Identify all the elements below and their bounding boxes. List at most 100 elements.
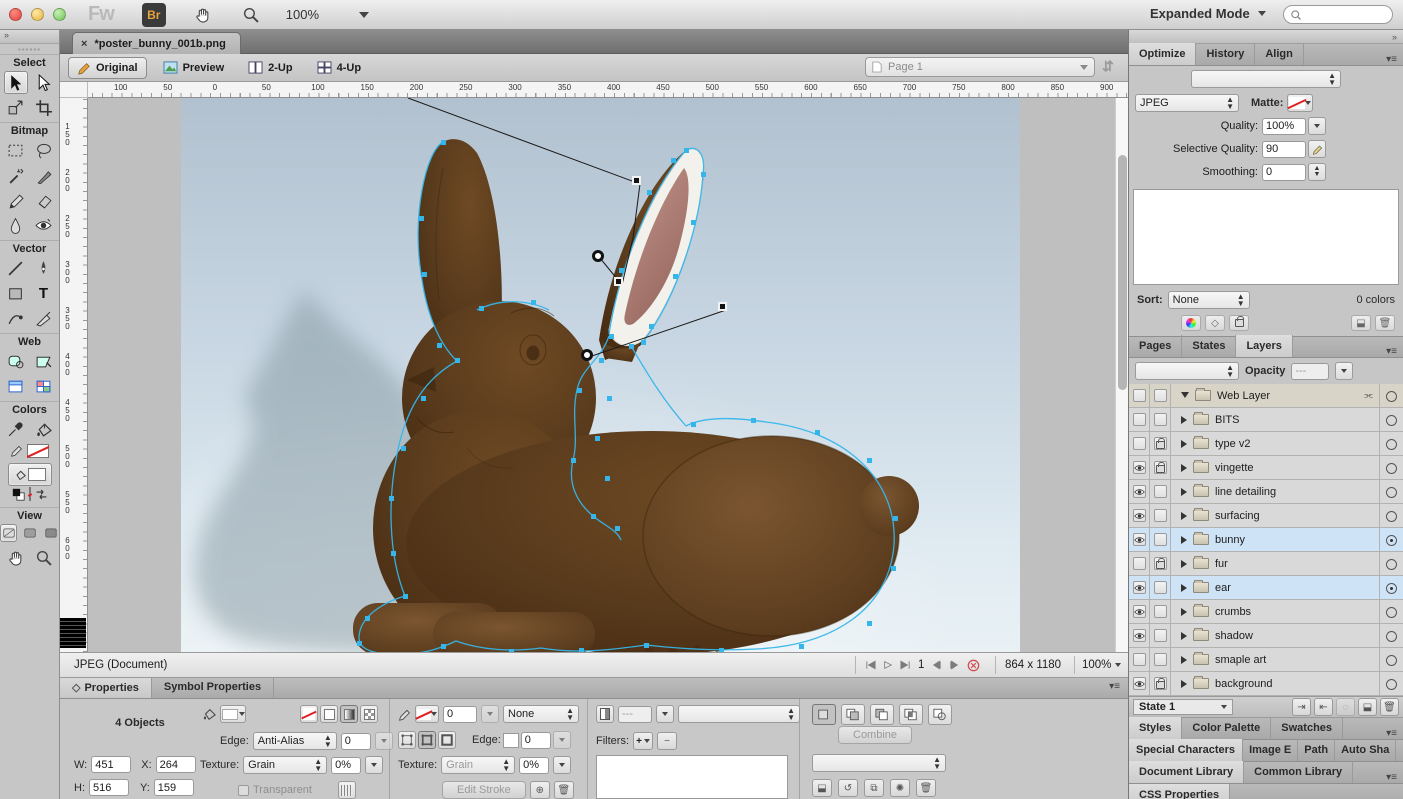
layer-name[interactable]: bunny xyxy=(1215,534,1245,546)
previous-state-button[interactable] xyxy=(931,660,942,670)
freeform-tool[interactable] xyxy=(4,307,28,330)
state-circle[interactable] xyxy=(1379,408,1403,432)
delete-color-icon[interactable]: 🗑 xyxy=(1375,315,1395,331)
tab-color-palette[interactable]: Color Palette xyxy=(1182,717,1271,739)
tab-optimize[interactable]: Optimize xyxy=(1129,43,1196,65)
brush-tool[interactable] xyxy=(32,164,56,187)
layer-opacity-field[interactable] xyxy=(1291,363,1329,380)
tab-states[interactable]: States xyxy=(1182,335,1236,357)
zoom-window-button[interactable] xyxy=(53,8,66,21)
tab-align[interactable]: Align xyxy=(1255,43,1304,65)
control-handle-square[interactable] xyxy=(718,302,727,311)
stroke-type-dropdown[interactable]: None▲▼ xyxy=(503,705,579,723)
y-field[interactable] xyxy=(154,779,194,796)
anchor-point[interactable] xyxy=(893,516,898,521)
anchor-point[interactable] xyxy=(751,418,756,423)
filters-list[interactable] xyxy=(596,755,788,799)
visibility-toggle[interactable] xyxy=(1129,528,1150,552)
stroke-edge-swatch[interactable] xyxy=(503,733,519,748)
anchor-point[interactable] xyxy=(479,306,484,311)
lock-toggle[interactable] xyxy=(1150,384,1171,408)
transparent-checkbox[interactable] xyxy=(238,785,249,796)
control-handle-circle[interactable] xyxy=(592,250,604,262)
panel-menu-icon[interactable]: ▾≡ xyxy=(1380,772,1403,783)
fill-none-button[interactable] xyxy=(300,705,318,723)
expand-arrow-icon[interactable] xyxy=(1181,464,1187,472)
smoothing-stepper[interactable]: ▲▼ xyxy=(1308,163,1326,181)
tab-swatches[interactable]: Swatches xyxy=(1271,717,1343,739)
state-circle[interactable] xyxy=(1379,384,1403,408)
stroke-color-well[interactable] xyxy=(27,444,49,458)
anchor-point[interactable] xyxy=(577,388,582,393)
document-canvas[interactable] xyxy=(181,98,1020,652)
anchor-point[interactable] xyxy=(591,514,596,519)
width-field[interactable] xyxy=(91,756,131,773)
lock-toggle[interactable] xyxy=(1150,528,1171,552)
anchor-point[interactable] xyxy=(867,621,872,626)
visibility-toggle[interactable] xyxy=(1129,672,1150,696)
minimize-window-button[interactable] xyxy=(31,8,44,21)
text-tool[interactable]: T xyxy=(32,282,56,305)
layer-name[interactable]: crumbs xyxy=(1215,606,1251,618)
stroke-color-well[interactable] xyxy=(415,705,439,723)
tab-auto-shapes[interactable]: Auto Sha xyxy=(1335,739,1396,761)
state-circle[interactable] xyxy=(1379,432,1403,456)
layer-name[interactable]: line detailing xyxy=(1215,486,1276,498)
first-state-button[interactable] xyxy=(865,660,876,670)
anchor-point[interactable] xyxy=(531,300,536,305)
blend-mode-dropdown[interactable]: ▲▼ xyxy=(678,705,800,723)
lock-toggle[interactable] xyxy=(1150,576,1171,600)
expand-arrow-icon[interactable] xyxy=(1181,560,1187,568)
stroke-texture-amount[interactable] xyxy=(519,757,549,774)
blend-mode-dropdown[interactable]: ▲▼ xyxy=(1135,362,1239,380)
lock-toggle[interactable] xyxy=(1150,504,1171,528)
blur-tool[interactable] xyxy=(4,214,28,237)
saved-settings-dropdown[interactable]: ▲▼ xyxy=(1191,70,1341,88)
lock-color-icon[interactable] xyxy=(1229,315,1249,331)
layer-row-vingette[interactable]: vingette xyxy=(1129,456,1403,480)
anchor-point[interactable] xyxy=(441,644,446,649)
panel-menu-icon[interactable]: ▾≡ xyxy=(1380,346,1403,357)
fill-texture-dropdown[interactable]: Grain▲▼ xyxy=(243,756,327,774)
expand-arrow-icon[interactable] xyxy=(1181,536,1187,544)
lock-toggle[interactable] xyxy=(1150,552,1171,576)
knife-tool[interactable] xyxy=(32,307,56,330)
visibility-toggle[interactable] xyxy=(1129,576,1150,600)
height-field[interactable] xyxy=(89,779,129,796)
layer-row-type-v2[interactable]: type v2 xyxy=(1129,432,1403,456)
rebuild-palette-icon[interactable] xyxy=(1181,315,1201,331)
combine-button[interactable]: Combine xyxy=(838,726,912,744)
expand-arrow-icon[interactable] xyxy=(1181,392,1189,402)
add-color-icon[interactable]: ⬓ xyxy=(1351,315,1371,331)
panel-menu-icon[interactable]: ▾≡ xyxy=(1380,728,1403,739)
full-screen-menu-mode-button[interactable] xyxy=(21,524,38,542)
visibility-toggle[interactable] xyxy=(1129,432,1150,456)
arrange-dropdown[interactable]: ▲▼ xyxy=(812,754,946,772)
lock-toggle[interactable] xyxy=(1150,672,1171,696)
anchor-point[interactable] xyxy=(673,274,678,279)
lock-toggle[interactable] xyxy=(1150,432,1171,456)
visibility-toggle[interactable] xyxy=(1129,384,1150,408)
original-view-button[interactable]: Original xyxy=(68,57,147,79)
tab-document-library[interactable]: Document Library xyxy=(1129,761,1244,783)
layer-row-shadow[interactable]: shadow xyxy=(1129,624,1403,648)
visibility-toggle[interactable] xyxy=(1129,504,1150,528)
remove-filter-button[interactable]: − xyxy=(657,732,677,750)
distribute-to-states-button[interactable]: ⇥ xyxy=(1292,698,1311,716)
status-zoom-dropdown[interactable]: 100% xyxy=(1082,659,1121,671)
pen-tool[interactable] xyxy=(32,257,56,280)
anchor-point[interactable] xyxy=(891,566,896,571)
export-preview-icon[interactable]: ⇵ xyxy=(1102,58,1114,75)
selective-quality-field[interactable] xyxy=(1262,141,1306,158)
opacity-field[interactable] xyxy=(618,706,652,723)
expand-arrow-icon[interactable] xyxy=(1181,680,1187,688)
opacity-slider-caret[interactable] xyxy=(1335,362,1353,380)
anchor-point[interactable] xyxy=(419,216,424,221)
anchor-point[interactable] xyxy=(671,158,676,163)
anchor-point[interactable] xyxy=(571,458,576,463)
state-circle[interactable] xyxy=(1379,480,1403,504)
edit-stroke-button[interactable]: Edit Stroke xyxy=(442,781,526,799)
panel-menu-icon[interactable]: ▾≡ xyxy=(1101,678,1128,698)
reset-shape-button[interactable]: ↺ xyxy=(838,779,858,797)
scrollbar-thumb[interactable] xyxy=(1118,155,1127,390)
